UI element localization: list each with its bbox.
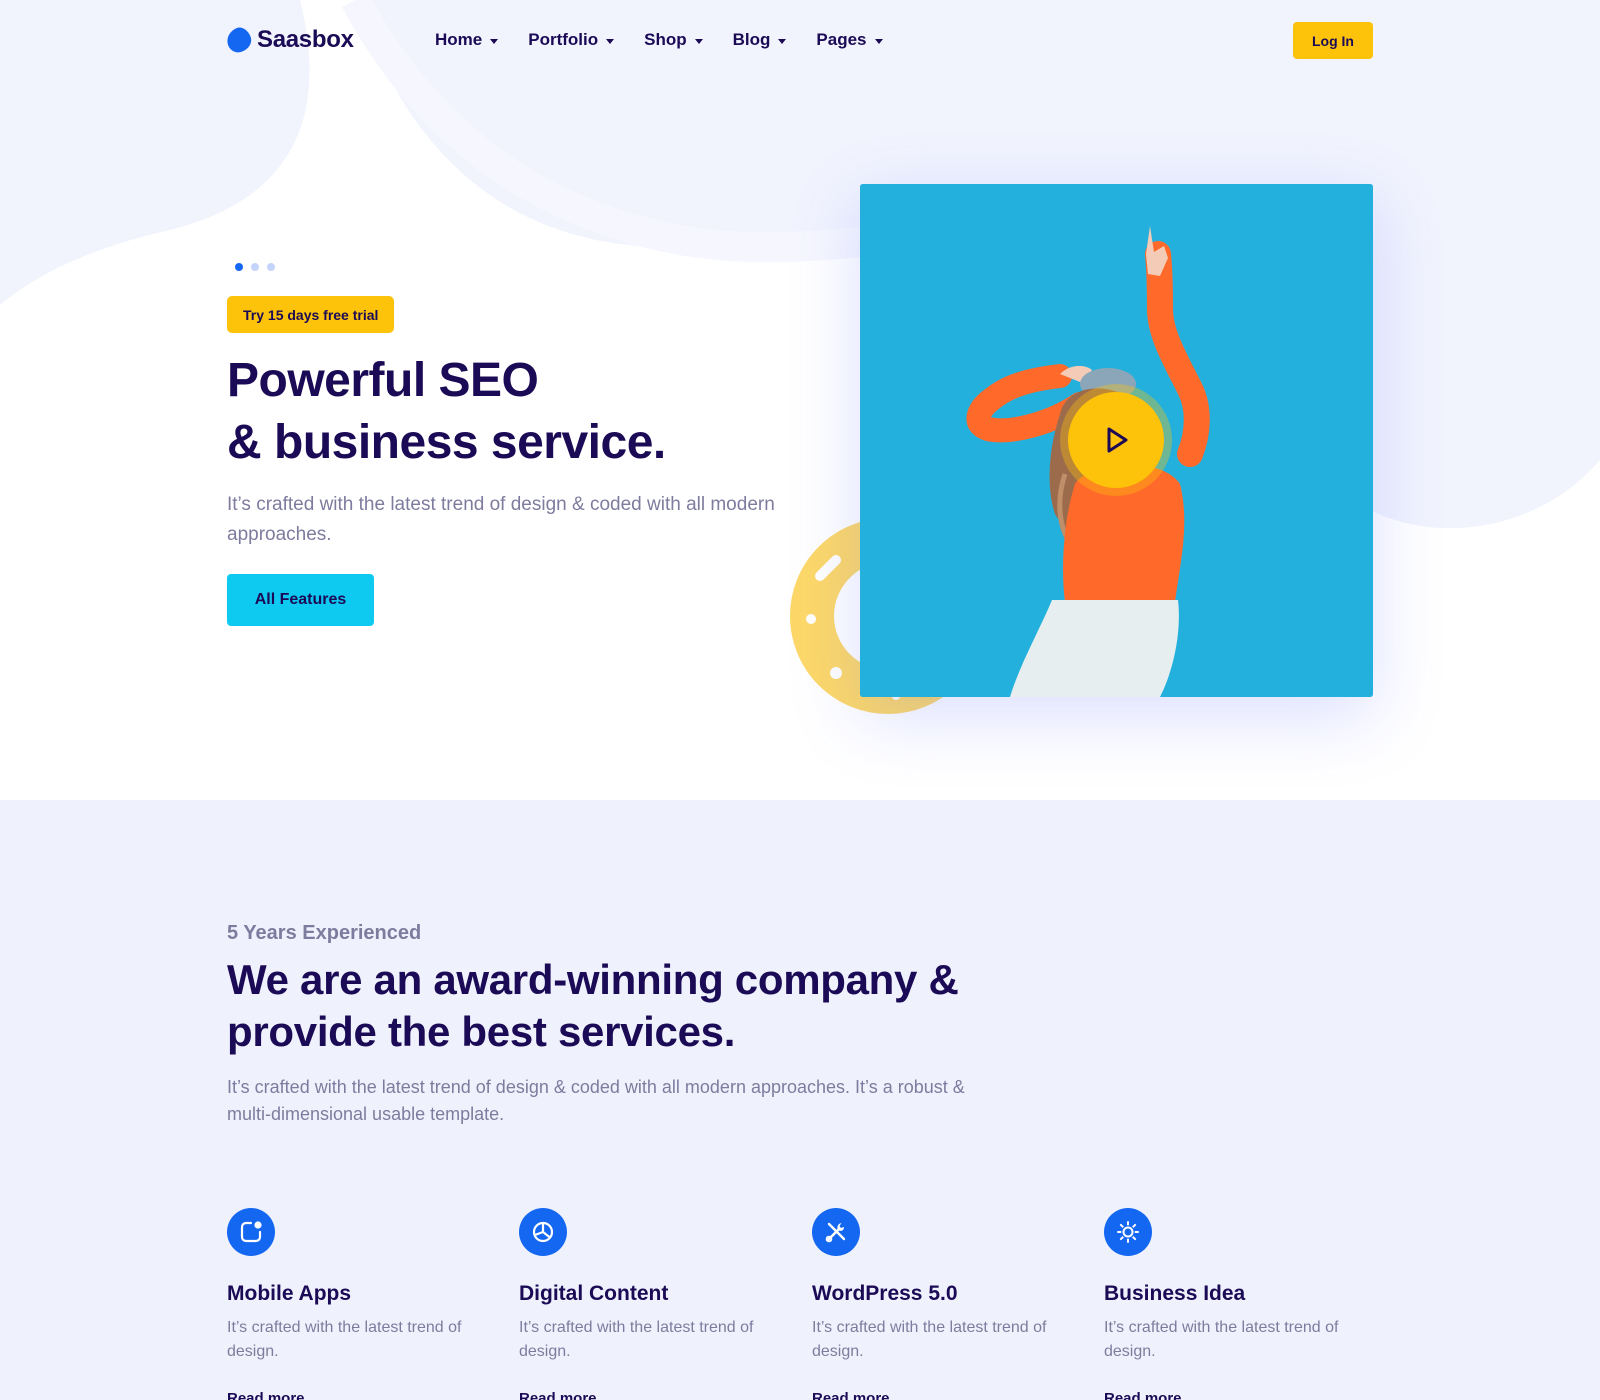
main-nav: Home Portfolio Shop Blog Pages <box>435 20 913 60</box>
feature-title: Mobile Apps <box>227 1282 352 1305</box>
sun-icon <box>1104 1208 1152 1256</box>
section-description: It’s crafted with the latest trend of de… <box>227 1077 965 1124</box>
nav-item-label: Blog <box>732 30 771 49</box>
nav-item-blog[interactable]: Blog <box>733 30 787 50</box>
slider-dot-1[interactable] <box>235 263 243 271</box>
slider-dots <box>235 263 283 271</box>
slider-dot-2[interactable] <box>251 263 259 271</box>
feature-description: It’s crafted with the latest trend of de… <box>1104 1319 1339 1360</box>
top-navbar: Saasbox Home Portfolio Shop Blog Pages L… <box>223 20 1373 60</box>
brand-name: Saasbox <box>257 26 354 53</box>
section-title-line-1: We are an award-winning company & <box>227 956 959 1003</box>
hero-title: Powerful SEO & business service. <box>227 350 787 474</box>
caret-down-icon <box>606 38 615 44</box>
feature-card-business-idea: Business Idea It’s crafted with the late… <box>1104 1208 1364 1400</box>
hero-section: Saasbox Home Portfolio Shop Blog Pages L… <box>0 0 1600 800</box>
all-features-button[interactable]: All Features <box>227 574 374 626</box>
section-title-line-2: provide the best services. <box>227 1008 736 1055</box>
feature-card-wordpress: WordPress 5.0 It’s crafted with the late… <box>812 1208 1072 1400</box>
mobile-apps-icon <box>227 1208 275 1256</box>
play-icon <box>1107 427 1128 453</box>
tools-icon <box>812 1208 860 1256</box>
hero-title-line-1: Powerful SEO <box>227 354 539 407</box>
pie-chart-icon <box>519 1208 567 1256</box>
nav-item-home[interactable]: Home <box>435 30 499 50</box>
caret-down-icon <box>490 38 499 44</box>
feature-title: Business Idea <box>1104 1282 1246 1305</box>
nav-item-pages[interactable]: Pages <box>816 30 883 50</box>
read-more-link[interactable]: Read more <box>227 1390 305 1400</box>
logo-mark-icon <box>223 24 255 56</box>
nav-item-shop[interactable]: Shop <box>644 30 703 50</box>
read-more-link[interactable]: Read more <box>812 1390 890 1400</box>
feature-description: It’s crafted with the latest trend of de… <box>812 1319 1047 1360</box>
nav-item-label: Pages <box>816 30 867 49</box>
feature-title: Digital Content <box>519 1282 669 1305</box>
feature-title: WordPress 5.0 <box>812 1282 958 1305</box>
feature-description: It’s crafted with the latest trend of de… <box>227 1319 462 1360</box>
feature-card-digital-content: Digital Content It’s crafted with the la… <box>519 1208 779 1400</box>
read-more-link[interactable]: Read more <box>1104 1390 1182 1400</box>
brand-logo[interactable]: Saasbox <box>223 24 354 56</box>
caret-down-icon <box>778 38 787 44</box>
read-more-link[interactable]: Read more <box>519 1390 597 1400</box>
nav-item-portfolio[interactable]: Portfolio <box>528 30 615 50</box>
feature-card-mobile-apps: Mobile Apps It’s crafted with the latest… <box>227 1208 487 1400</box>
section-title: We are an award-winning company & provid… <box>227 954 987 1058</box>
hero-title-line-2: & business service. <box>227 416 666 469</box>
play-video-button[interactable] <box>1068 392 1164 488</box>
free-trial-badge[interactable]: Try 15 days free trial <box>227 296 395 333</box>
caret-down-icon <box>694 38 703 44</box>
nav-item-label: Shop <box>644 30 687 49</box>
login-button[interactable]: Log In <box>1293 22 1373 59</box>
slider-dot-3[interactable] <box>267 263 275 271</box>
feature-description: It’s crafted with the latest trend of de… <box>519 1319 754 1360</box>
nav-item-label: Portfolio <box>528 30 599 49</box>
section-eyebrow: 5 Years Experienced <box>227 922 422 944</box>
hero-description: It’s crafted with the latest trend of de… <box>227 494 775 545</box>
caret-down-icon <box>874 38 883 44</box>
nav-item-label: Home <box>435 30 483 49</box>
